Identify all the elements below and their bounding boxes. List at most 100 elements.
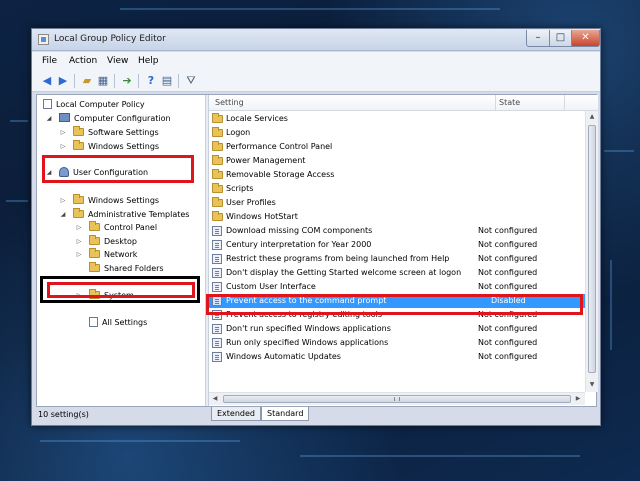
expand-arrow-icon[interactable]: ◢ <box>45 166 53 179</box>
maximize-button[interactable]: □ <box>549 30 572 47</box>
toolbar-separator <box>114 74 115 88</box>
tree-node-software-settings[interactable]: ▷ Software Settings <box>59 126 159 139</box>
collapse-arrow-icon[interactable]: ▷ <box>59 126 67 139</box>
computer-icon <box>59 113 70 122</box>
filter-icon[interactable]: ⛛ <box>183 73 199 89</box>
horizontal-scrollbar[interactable]: ◀ ▶ <box>209 392 585 405</box>
policy-setting-icon <box>212 282 222 292</box>
toolbar-separator <box>74 74 75 88</box>
folder-icon <box>212 155 223 165</box>
expand-arrow-icon[interactable]: ◢ <box>59 208 67 221</box>
folder-icon <box>212 211 223 221</box>
folder-icon <box>73 208 84 218</box>
menu-file[interactable]: File <box>42 56 57 66</box>
list-item-setting[interactable]: Windows Automatic Updates Not configured <box>209 350 585 364</box>
column-divider[interactable] <box>564 95 565 111</box>
navigation-tree: Local Computer Policy ◢ Computer Configu… <box>37 95 205 406</box>
list-item-setting[interactable]: Custom User Interface Not configured <box>209 280 585 294</box>
policy-setting-icon <box>212 226 222 236</box>
back-arrow-icon[interactable]: ◀ <box>39 73 55 89</box>
export-list-icon[interactable]: ➔ <box>119 73 135 89</box>
policy-setting-icon <box>212 254 222 264</box>
scroll-left-arrow-icon[interactable]: ◀ <box>209 393 221 405</box>
list-item-setting[interactable]: Don't display the Getting Started welcom… <box>209 266 585 280</box>
tree-node-computer-configuration[interactable]: ◢ Computer Configuration <box>45 112 171 125</box>
folder-icon <box>73 194 84 204</box>
list-item-folder[interactable]: Power Management <box>209 154 585 168</box>
column-header-state[interactable]: State <box>499 98 520 107</box>
list-item-folder[interactable]: Windows HotStart <box>209 210 585 224</box>
tree-node-all-settings[interactable]: All Settings <box>75 316 147 329</box>
tree-node-local-computer-policy[interactable]: Local Computer Policy <box>43 98 145 111</box>
folder-icon <box>73 126 84 136</box>
policy-setting-icon <box>212 310 222 320</box>
toolbar-separator <box>178 74 179 88</box>
list-item-folder[interactable]: Removable Storage Access <box>209 168 585 182</box>
collapse-arrow-icon[interactable]: ▷ <box>59 194 67 207</box>
policy-setting-icon <box>212 352 222 362</box>
scroll-right-arrow-icon[interactable]: ▶ <box>572 393 584 405</box>
list-item-folder[interactable]: Locale Services <box>209 112 585 126</box>
collapse-arrow-icon[interactable]: ▷ <box>75 235 83 248</box>
minimize-button[interactable]: – <box>526 30 550 47</box>
policy-setting-icon <box>212 240 222 250</box>
tree-node-network[interactable]: ▷ Network <box>75 248 137 261</box>
list-item-folder[interactable]: Performance Control Panel <box>209 140 585 154</box>
status-bar: 10 setting(s) <box>38 410 89 419</box>
show-hide-tree-icon[interactable]: ▦ <box>95 73 111 89</box>
view-tabs: Extended Standard <box>208 407 597 423</box>
gpedit-window: Local Group Policy Editor – □ ✕ File Act… <box>31 28 601 426</box>
close-button[interactable]: ✕ <box>571 30 600 47</box>
tree-node-shared-folders[interactable]: Shared Folders <box>75 262 164 275</box>
column-header-setting[interactable]: Setting <box>215 98 244 107</box>
list-item-folder[interactable]: Scripts <box>209 182 585 196</box>
menu-action[interactable]: Action <box>69 56 97 66</box>
folder-icon <box>212 113 223 123</box>
horizontal-scroll-thumb[interactable] <box>223 395 571 403</box>
column-divider[interactable] <box>495 95 496 111</box>
tree-node-desktop[interactable]: ▷ Desktop <box>75 235 137 248</box>
list-item-setting[interactable]: Download missing COM components Not confi… <box>209 224 585 238</box>
scroll-down-arrow-icon[interactable]: ▼ <box>586 379 598 391</box>
user-icon <box>59 167 69 177</box>
list-item-folder[interactable]: User Profiles <box>209 196 585 210</box>
list-item-setting-selected[interactable]: Prevent access to the command prompt Disa… <box>209 294 585 308</box>
tab-standard[interactable]: Standard <box>261 407 310 421</box>
list-item-setting[interactable]: Century interpretation for Year 2000 Not … <box>209 238 585 252</box>
properties-icon[interactable]: ▤ <box>159 73 175 89</box>
list-item-setting[interactable]: Don't run specified Windows applications… <box>209 322 585 336</box>
folder-icon <box>212 183 223 193</box>
folder-icon <box>89 248 100 258</box>
collapse-arrow-icon[interactable]: ▷ <box>75 248 83 261</box>
collapse-arrow-icon[interactable]: ▷ <box>59 140 67 153</box>
tree-node-control-panel[interactable]: ▷ Control Panel <box>75 221 157 234</box>
up-folder-icon[interactable]: ▰ <box>79 73 95 89</box>
folder-icon <box>73 140 84 150</box>
policy-setting-icon <box>212 338 222 348</box>
folder-icon <box>89 262 100 272</box>
tree-node-user-configuration[interactable]: ◢ User Configuration <box>45 166 149 179</box>
menu-help[interactable]: Help <box>138 56 159 66</box>
gpedit-app-icon <box>38 34 49 45</box>
folder-icon <box>212 141 223 151</box>
folder-icon <box>89 235 100 245</box>
tab-extended[interactable]: Extended <box>211 407 261 421</box>
expand-arrow-icon[interactable]: ◢ <box>45 112 53 125</box>
tree-node-administrative-templates[interactable]: ◢ Administrative Templates <box>59 208 189 221</box>
scroll-up-arrow-icon[interactable]: ▲ <box>586 111 598 123</box>
list-item-folder[interactable]: Logon <box>209 126 585 140</box>
list-item-setting[interactable]: Restrict these programs from being launc… <box>209 252 585 266</box>
collapse-arrow-icon[interactable]: ▷ <box>75 289 83 302</box>
vertical-scrollbar[interactable]: ▲ ▼ <box>585 111 598 392</box>
settings-list: Setting State Locale Services Logon Perf… <box>209 95 598 392</box>
vertical-scroll-thumb[interactable] <box>588 125 596 373</box>
list-item-setting[interactable]: Run only specified Windows applications N… <box>209 336 585 350</box>
forward-arrow-icon[interactable]: ▶ <box>55 73 71 89</box>
help-icon[interactable]: ? <box>143 73 159 89</box>
list-item-setting[interactable]: Prevent access to registry editing tools… <box>209 308 585 322</box>
tree-node-windows-settings[interactable]: ▷ Windows Settings <box>59 140 159 153</box>
menu-view[interactable]: View <box>107 56 128 66</box>
tree-node-windows-settings-user[interactable]: ▷ Windows Settings <box>59 194 159 207</box>
collapse-arrow-icon[interactable]: ▷ <box>75 221 83 234</box>
tree-node-system[interactable]: ▷ System <box>75 289 134 302</box>
